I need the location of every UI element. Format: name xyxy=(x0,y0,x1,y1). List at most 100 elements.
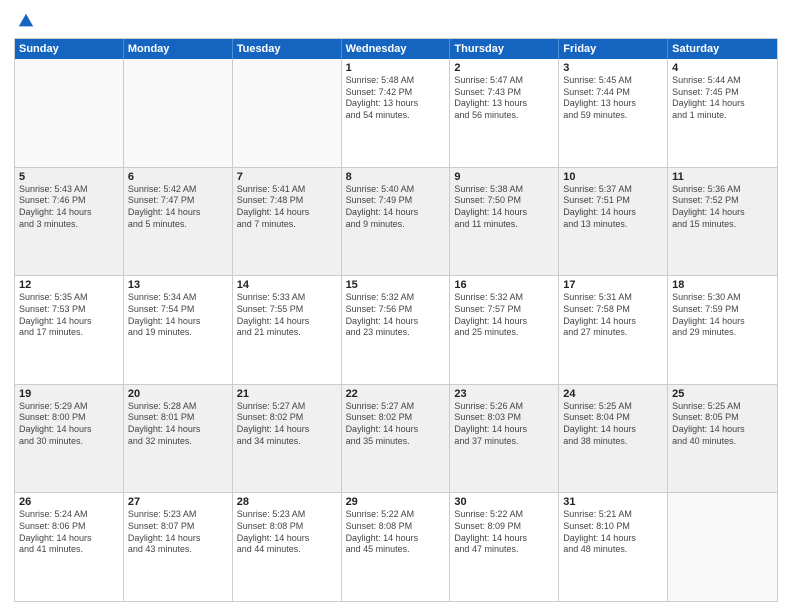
weekday-header: Wednesday xyxy=(342,39,451,59)
weekday-header: Friday xyxy=(559,39,668,59)
calendar-cell: 18Sunrise: 5:30 AM Sunset: 7:59 PM Dayli… xyxy=(668,276,777,384)
day-number: 12 xyxy=(19,279,119,291)
weekday-header: Saturday xyxy=(668,39,777,59)
day-number: 29 xyxy=(346,496,446,508)
day-number: 17 xyxy=(563,279,663,291)
day-number: 3 xyxy=(563,62,663,74)
calendar-cell xyxy=(668,493,777,601)
calendar-cell: 24Sunrise: 5:25 AM Sunset: 8:04 PM Dayli… xyxy=(559,385,668,493)
cell-info: Sunrise: 5:38 AM Sunset: 7:50 PM Dayligh… xyxy=(454,184,554,231)
cell-info: Sunrise: 5:33 AM Sunset: 7:55 PM Dayligh… xyxy=(237,292,337,339)
cell-info: Sunrise: 5:28 AM Sunset: 8:01 PM Dayligh… xyxy=(128,401,228,448)
day-number: 21 xyxy=(237,388,337,400)
cell-info: Sunrise: 5:45 AM Sunset: 7:44 PM Dayligh… xyxy=(563,75,663,122)
cell-info: Sunrise: 5:32 AM Sunset: 7:57 PM Dayligh… xyxy=(454,292,554,339)
page: SundayMondayTuesdayWednesdayThursdayFrid… xyxy=(0,0,792,612)
day-number: 25 xyxy=(672,388,773,400)
cell-info: Sunrise: 5:40 AM Sunset: 7:49 PM Dayligh… xyxy=(346,184,446,231)
cell-info: Sunrise: 5:21 AM Sunset: 8:10 PM Dayligh… xyxy=(563,509,663,556)
day-number: 2 xyxy=(454,62,554,74)
calendar-cell: 21Sunrise: 5:27 AM Sunset: 8:02 PM Dayli… xyxy=(233,385,342,493)
calendar-cell: 19Sunrise: 5:29 AM Sunset: 8:00 PM Dayli… xyxy=(15,385,124,493)
day-number: 31 xyxy=(563,496,663,508)
day-number: 15 xyxy=(346,279,446,291)
cell-info: Sunrise: 5:31 AM Sunset: 7:58 PM Dayligh… xyxy=(563,292,663,339)
calendar-cell: 6Sunrise: 5:42 AM Sunset: 7:47 PM Daylig… xyxy=(124,168,233,276)
day-number: 11 xyxy=(672,171,773,183)
cell-info: Sunrise: 5:23 AM Sunset: 8:07 PM Dayligh… xyxy=(128,509,228,556)
day-number: 6 xyxy=(128,171,228,183)
cell-info: Sunrise: 5:34 AM Sunset: 7:54 PM Dayligh… xyxy=(128,292,228,339)
day-number: 24 xyxy=(563,388,663,400)
cell-info: Sunrise: 5:35 AM Sunset: 7:53 PM Dayligh… xyxy=(19,292,119,339)
cell-info: Sunrise: 5:29 AM Sunset: 8:00 PM Dayligh… xyxy=(19,401,119,448)
day-number: 28 xyxy=(237,496,337,508)
weekday-header: Monday xyxy=(124,39,233,59)
day-number: 13 xyxy=(128,279,228,291)
calendar-cell xyxy=(15,59,124,167)
cell-info: Sunrise: 5:44 AM Sunset: 7:45 PM Dayligh… xyxy=(672,75,773,122)
day-number: 16 xyxy=(454,279,554,291)
calendar-cell: 14Sunrise: 5:33 AM Sunset: 7:55 PM Dayli… xyxy=(233,276,342,384)
day-number: 10 xyxy=(563,171,663,183)
cell-info: Sunrise: 5:47 AM Sunset: 7:43 PM Dayligh… xyxy=(454,75,554,122)
calendar-cell: 5Sunrise: 5:43 AM Sunset: 7:46 PM Daylig… xyxy=(15,168,124,276)
header xyxy=(14,10,778,30)
calendar-cell: 31Sunrise: 5:21 AM Sunset: 8:10 PM Dayli… xyxy=(559,493,668,601)
calendar-cell: 8Sunrise: 5:40 AM Sunset: 7:49 PM Daylig… xyxy=(342,168,451,276)
calendar-cell: 28Sunrise: 5:23 AM Sunset: 8:08 PM Dayli… xyxy=(233,493,342,601)
calendar-cell: 12Sunrise: 5:35 AM Sunset: 7:53 PM Dayli… xyxy=(15,276,124,384)
day-number: 14 xyxy=(237,279,337,291)
calendar-cell xyxy=(124,59,233,167)
calendar-cell: 23Sunrise: 5:26 AM Sunset: 8:03 PM Dayli… xyxy=(450,385,559,493)
cell-info: Sunrise: 5:48 AM Sunset: 7:42 PM Dayligh… xyxy=(346,75,446,122)
calendar-row: 19Sunrise: 5:29 AM Sunset: 8:00 PM Dayli… xyxy=(15,384,777,493)
calendar: SundayMondayTuesdayWednesdayThursdayFrid… xyxy=(14,38,778,602)
calendar-header: SundayMondayTuesdayWednesdayThursdayFrid… xyxy=(15,39,777,59)
calendar-row: 12Sunrise: 5:35 AM Sunset: 7:53 PM Dayli… xyxy=(15,275,777,384)
calendar-cell: 30Sunrise: 5:22 AM Sunset: 8:09 PM Dayli… xyxy=(450,493,559,601)
logo xyxy=(14,14,35,30)
day-number: 20 xyxy=(128,388,228,400)
cell-info: Sunrise: 5:37 AM Sunset: 7:51 PM Dayligh… xyxy=(563,184,663,231)
calendar-cell: 1Sunrise: 5:48 AM Sunset: 7:42 PM Daylig… xyxy=(342,59,451,167)
calendar-cell: 13Sunrise: 5:34 AM Sunset: 7:54 PM Dayli… xyxy=(124,276,233,384)
calendar-cell: 20Sunrise: 5:28 AM Sunset: 8:01 PM Dayli… xyxy=(124,385,233,493)
day-number: 27 xyxy=(128,496,228,508)
day-number: 22 xyxy=(346,388,446,400)
cell-info: Sunrise: 5:27 AM Sunset: 8:02 PM Dayligh… xyxy=(346,401,446,448)
calendar-row: 5Sunrise: 5:43 AM Sunset: 7:46 PM Daylig… xyxy=(15,167,777,276)
calendar-cell: 16Sunrise: 5:32 AM Sunset: 7:57 PM Dayli… xyxy=(450,276,559,384)
day-number: 18 xyxy=(672,279,773,291)
calendar-row: 26Sunrise: 5:24 AM Sunset: 8:06 PM Dayli… xyxy=(15,492,777,601)
weekday-header: Thursday xyxy=(450,39,559,59)
cell-info: Sunrise: 5:22 AM Sunset: 8:08 PM Dayligh… xyxy=(346,509,446,556)
day-number: 8 xyxy=(346,171,446,183)
calendar-row: 1Sunrise: 5:48 AM Sunset: 7:42 PM Daylig… xyxy=(15,59,777,167)
cell-info: Sunrise: 5:25 AM Sunset: 8:05 PM Dayligh… xyxy=(672,401,773,448)
day-number: 5 xyxy=(19,171,119,183)
calendar-cell: 25Sunrise: 5:25 AM Sunset: 8:05 PM Dayli… xyxy=(668,385,777,493)
day-number: 19 xyxy=(19,388,119,400)
calendar-cell: 26Sunrise: 5:24 AM Sunset: 8:06 PM Dayli… xyxy=(15,493,124,601)
calendar-cell: 22Sunrise: 5:27 AM Sunset: 8:02 PM Dayli… xyxy=(342,385,451,493)
calendar-cell: 27Sunrise: 5:23 AM Sunset: 8:07 PM Dayli… xyxy=(124,493,233,601)
logo-icon xyxy=(17,12,35,30)
cell-info: Sunrise: 5:27 AM Sunset: 8:02 PM Dayligh… xyxy=(237,401,337,448)
cell-info: Sunrise: 5:26 AM Sunset: 8:03 PM Dayligh… xyxy=(454,401,554,448)
day-number: 9 xyxy=(454,171,554,183)
day-number: 26 xyxy=(19,496,119,508)
day-number: 7 xyxy=(237,171,337,183)
calendar-body: 1Sunrise: 5:48 AM Sunset: 7:42 PM Daylig… xyxy=(15,59,777,601)
weekday-header: Sunday xyxy=(15,39,124,59)
calendar-cell: 9Sunrise: 5:38 AM Sunset: 7:50 PM Daylig… xyxy=(450,168,559,276)
calendar-cell: 7Sunrise: 5:41 AM Sunset: 7:48 PM Daylig… xyxy=(233,168,342,276)
calendar-cell: 29Sunrise: 5:22 AM Sunset: 8:08 PM Dayli… xyxy=(342,493,451,601)
calendar-cell: 10Sunrise: 5:37 AM Sunset: 7:51 PM Dayli… xyxy=(559,168,668,276)
cell-info: Sunrise: 5:22 AM Sunset: 8:09 PM Dayligh… xyxy=(454,509,554,556)
cell-info: Sunrise: 5:30 AM Sunset: 7:59 PM Dayligh… xyxy=(672,292,773,339)
calendar-cell: 2Sunrise: 5:47 AM Sunset: 7:43 PM Daylig… xyxy=(450,59,559,167)
cell-info: Sunrise: 5:43 AM Sunset: 7:46 PM Dayligh… xyxy=(19,184,119,231)
day-number: 30 xyxy=(454,496,554,508)
calendar-cell: 3Sunrise: 5:45 AM Sunset: 7:44 PM Daylig… xyxy=(559,59,668,167)
